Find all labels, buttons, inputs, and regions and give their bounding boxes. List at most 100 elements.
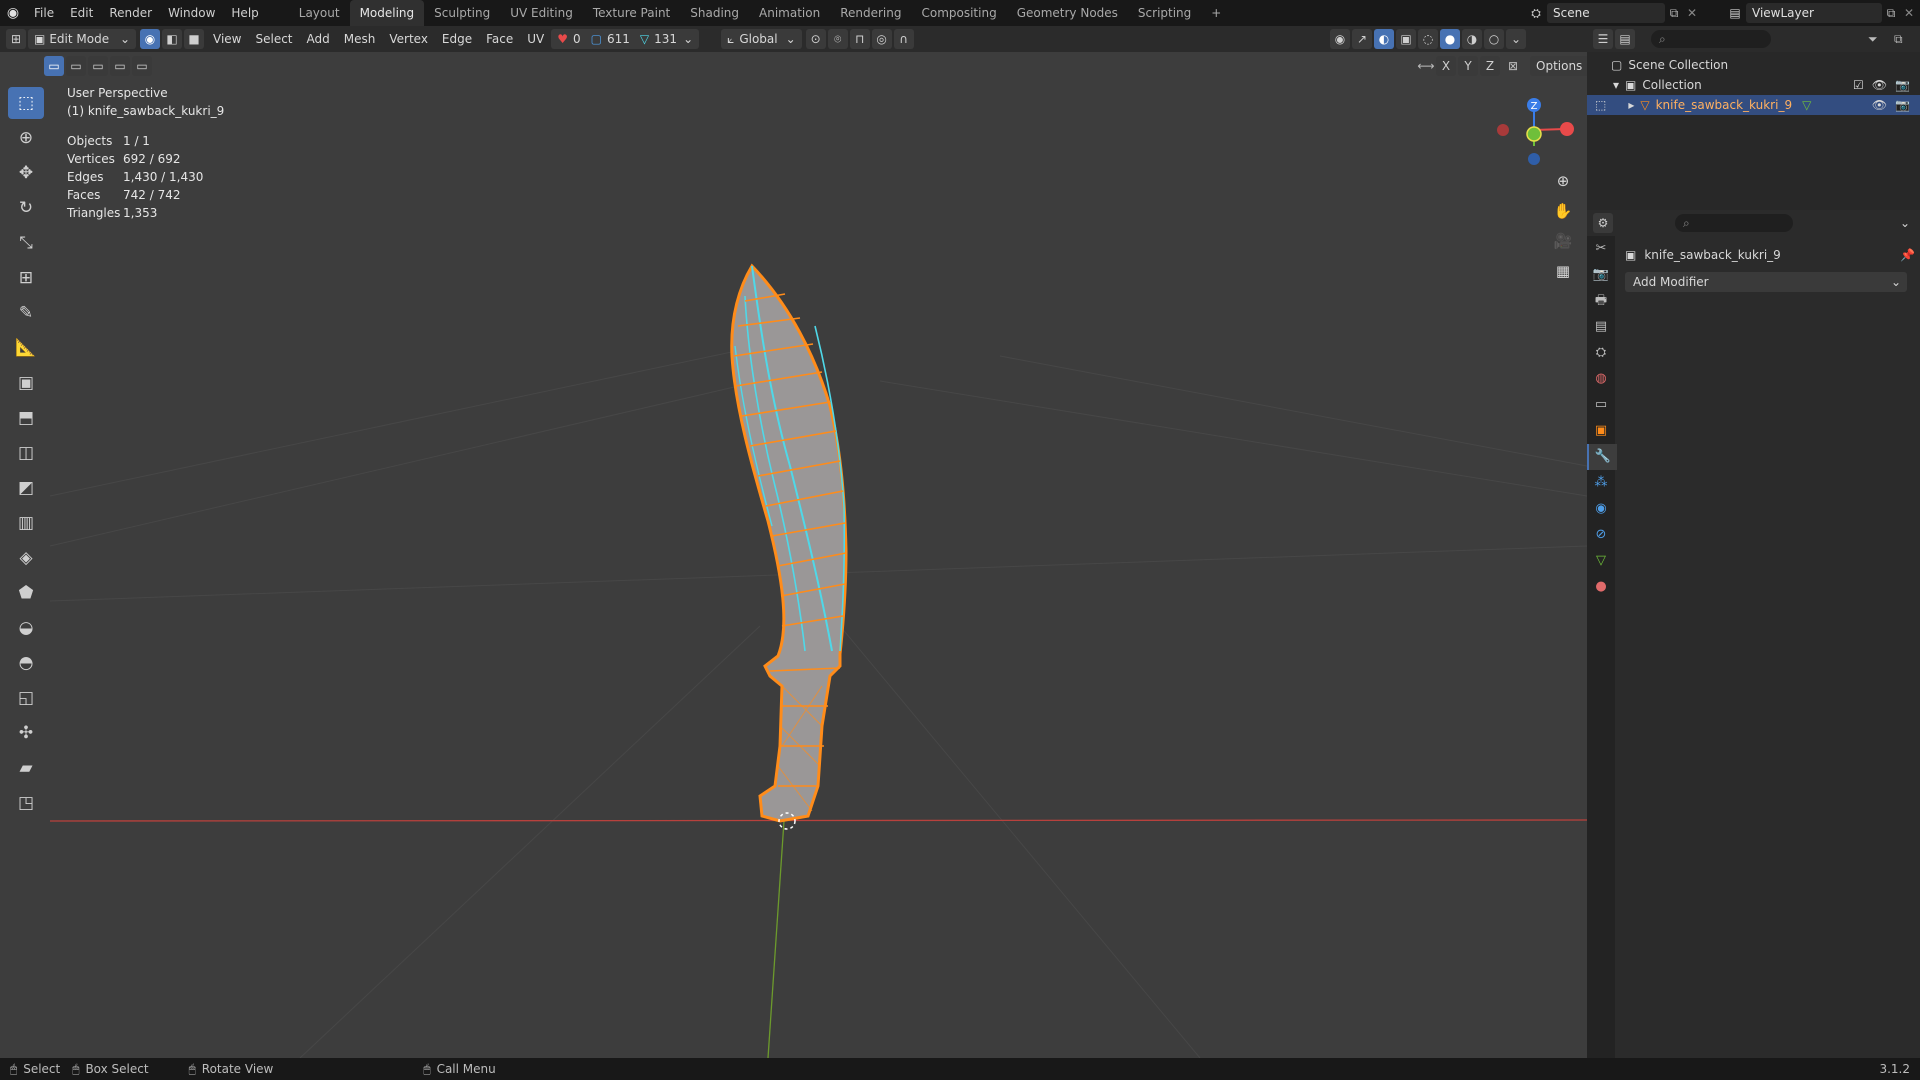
axis-y-toggle[interactable]: Y bbox=[1458, 56, 1478, 76]
scene-icon[interactable]: ⛭ bbox=[1525, 6, 1547, 21]
annotate-tool-icon[interactable]: ✎ bbox=[8, 297, 44, 329]
data-tab-icon[interactable]: ▽ bbox=[1587, 548, 1615, 574]
transform-tool-icon[interactable]: ⊞ bbox=[8, 262, 44, 294]
constraints-tab-icon[interactable]: ⊘ bbox=[1587, 522, 1615, 548]
select-extend-icon[interactable]: ▭ bbox=[66, 56, 86, 76]
xray-icon[interactable]: ▣ bbox=[1396, 29, 1416, 49]
knife-mesh[interactable] bbox=[730, 263, 848, 830]
tab-shading[interactable]: Shading bbox=[680, 0, 749, 26]
camera-icon[interactable]: 📷 bbox=[1895, 95, 1910, 115]
camera-view-icon[interactable]: 🎥 bbox=[1548, 226, 1578, 256]
mirror-icon[interactable]: ⟷ bbox=[1416, 59, 1436, 73]
editor-type-icon[interactable]: ⊞ bbox=[6, 29, 26, 49]
view-layer-icon[interactable]: ▤ bbox=[1724, 6, 1746, 20]
view-layer-field[interactable]: ViewLayer bbox=[1746, 3, 1882, 23]
pan-hand-icon[interactable]: ✋ bbox=[1548, 196, 1578, 226]
eye-icon[interactable]: 👁 bbox=[1872, 75, 1887, 95]
3d-viewport[interactable]: Z ⊞ ▣ Edit Mode ⌄ ◉ ◧ ■ View Select Add … bbox=[0, 26, 1587, 1058]
menu-edge[interactable]: Edge bbox=[435, 26, 479, 52]
menu-select[interactable]: Select bbox=[248, 26, 299, 52]
add-modifier-dropdown[interactable]: Add Modifier ⌄ bbox=[1625, 272, 1907, 292]
menu-uv[interactable]: UV bbox=[520, 26, 551, 52]
loop-cut-tool-icon[interactable]: ▥ bbox=[8, 507, 44, 539]
cursor-tool-icon[interactable]: ⊕ bbox=[8, 122, 44, 154]
select-subtract-icon[interactable]: ▭ bbox=[88, 56, 108, 76]
menu-view[interactable]: View bbox=[206, 26, 248, 52]
face-select-icon[interactable]: ■ bbox=[184, 29, 204, 49]
mesh-data-icon[interactable]: ▽ bbox=[1802, 95, 1811, 115]
shear-tool-icon[interactable]: ▰ bbox=[8, 752, 44, 784]
move-tool-icon[interactable]: ✥ bbox=[8, 157, 44, 189]
menu-render[interactable]: Render bbox=[101, 0, 160, 26]
menu-vertex[interactable]: Vertex bbox=[382, 26, 435, 52]
tab-sculpting[interactable]: Sculpting bbox=[424, 0, 500, 26]
menu-help[interactable]: Help bbox=[223, 0, 266, 26]
viewport-canvas[interactable]: Z bbox=[0, 26, 1587, 1058]
edge-slide-tool-icon[interactable]: ◱ bbox=[8, 682, 44, 714]
select-intersect-icon[interactable]: ▭ bbox=[132, 56, 152, 76]
tab-scripting[interactable]: Scripting bbox=[1128, 0, 1201, 26]
close-icon[interactable]: ✕ bbox=[1683, 6, 1701, 20]
tree-item-knife[interactable]: ⬚ ▸ ▽ knife_sawback_kukri_9 ▽ 👁 📷 bbox=[1587, 95, 1920, 115]
rip-tool-icon[interactable]: ◳ bbox=[8, 787, 44, 819]
bevel-tool-icon[interactable]: ◩ bbox=[8, 472, 44, 504]
scene-field[interactable]: Scene bbox=[1547, 3, 1665, 23]
add-cube-tool-icon[interactable]: ▣ bbox=[8, 367, 44, 399]
select-difference-icon[interactable]: ▭ bbox=[110, 56, 130, 76]
inset-tool-icon[interactable]: ◫ bbox=[8, 437, 44, 469]
snap-icon[interactable]: ⌾ bbox=[827, 29, 848, 49]
chevron-down-icon[interactable]: ⌄ bbox=[1506, 29, 1526, 49]
shrink-fatten-tool-icon[interactable]: ✣ bbox=[8, 717, 44, 749]
transform-orientation-dropdown[interactable]: ⟀ Global ⌄ bbox=[721, 29, 802, 49]
rendered-shading-icon[interactable]: ○ bbox=[1484, 29, 1504, 49]
spin-tool-icon[interactable]: ◒ bbox=[8, 612, 44, 644]
smooth-tool-icon[interactable]: ◓ bbox=[8, 647, 44, 679]
menu-file[interactable]: File bbox=[26, 0, 62, 26]
collapse-icon[interactable]: ▾ bbox=[1613, 75, 1619, 95]
tab-texture-paint[interactable]: Texture Paint bbox=[583, 0, 680, 26]
filter-icon[interactable]: ⏷ bbox=[1868, 32, 1894, 47]
visibility-icon[interactable]: ◉ bbox=[1330, 29, 1350, 49]
blender-logo-icon[interactable]: ◉ bbox=[0, 5, 26, 21]
snap-target-icon[interactable]: ⊓ bbox=[849, 29, 870, 49]
new-collection-icon[interactable]: ⧉ bbox=[1894, 32, 1920, 47]
close-icon[interactable]: ✕ bbox=[1900, 6, 1918, 20]
knife-tool-icon[interactable]: ◈ bbox=[8, 542, 44, 574]
particles-tab-icon[interactable]: ⁂ bbox=[1587, 470, 1615, 496]
select-box-tool-icon[interactable]: ⬚ bbox=[8, 87, 44, 119]
proportional-edit-icon[interactable]: ◎ bbox=[871, 29, 892, 49]
axis-x-toggle[interactable]: X bbox=[1436, 56, 1456, 76]
world-tab-icon[interactable]: ◍ bbox=[1587, 366, 1615, 392]
menu-window[interactable]: Window bbox=[160, 0, 223, 26]
checkbox-icon[interactable]: ☑ bbox=[1853, 75, 1864, 95]
extrude-tool-icon[interactable]: ⬒ bbox=[8, 402, 44, 434]
zoom-icon[interactable]: ⊕ bbox=[1548, 166, 1578, 196]
solid-shading-icon[interactable]: ● bbox=[1440, 29, 1460, 49]
tab-geometry-nodes[interactable]: Geometry Nodes bbox=[1007, 0, 1128, 26]
scene-tab-icon[interactable]: ⛭ bbox=[1587, 340, 1615, 366]
output-tab-icon[interactable]: 🖶 bbox=[1587, 288, 1615, 314]
tab-layout[interactable]: Layout bbox=[289, 0, 350, 26]
wireframe-shading-icon[interactable]: ◌ bbox=[1418, 29, 1438, 49]
display-mode-icon[interactable]: ▤ bbox=[1615, 29, 1635, 49]
tab-modeling[interactable]: Modeling bbox=[349, 0, 425, 26]
tab-compositing[interactable]: Compositing bbox=[911, 0, 1006, 26]
axis-z-toggle[interactable]: Z bbox=[1480, 56, 1500, 76]
gizmo-toggle-icon[interactable]: ↗ bbox=[1352, 29, 1372, 49]
view-layer-tab-icon[interactable]: ▤ bbox=[1587, 314, 1615, 340]
scale-tool-icon[interactable]: ⤡ bbox=[8, 227, 44, 259]
menu-mesh[interactable]: Mesh bbox=[337, 26, 383, 52]
navigation-gizmo[interactable]: Z bbox=[1497, 98, 1574, 165]
physics-tab-icon[interactable]: ◉ bbox=[1587, 496, 1615, 522]
options-dropdown[interactable]: Options ⌄ bbox=[1530, 56, 1587, 76]
expand-icon[interactable]: ▸ bbox=[1628, 95, 1634, 115]
mesh-counter-group[interactable]: ♥ 0 ▢ 611 ▽ 131 ⌄ bbox=[551, 29, 700, 49]
falloff-icon[interactable]: ∩ bbox=[893, 29, 914, 49]
tab-rendering[interactable]: Rendering bbox=[830, 0, 911, 26]
mode-dropdown[interactable]: ▣ Edit Mode ⌄ bbox=[28, 29, 136, 49]
modifier-tab-icon[interactable]: 🔧 bbox=[1587, 444, 1617, 470]
eye-icon[interactable]: 👁 bbox=[1872, 95, 1887, 115]
tree-item-collection[interactable]: ▾ ▣ Collection ☑ 👁 📷 bbox=[1587, 75, 1920, 95]
material-tab-icon[interactable]: ● bbox=[1587, 574, 1615, 600]
measure-tool-icon[interactable]: 📐 bbox=[8, 332, 44, 364]
